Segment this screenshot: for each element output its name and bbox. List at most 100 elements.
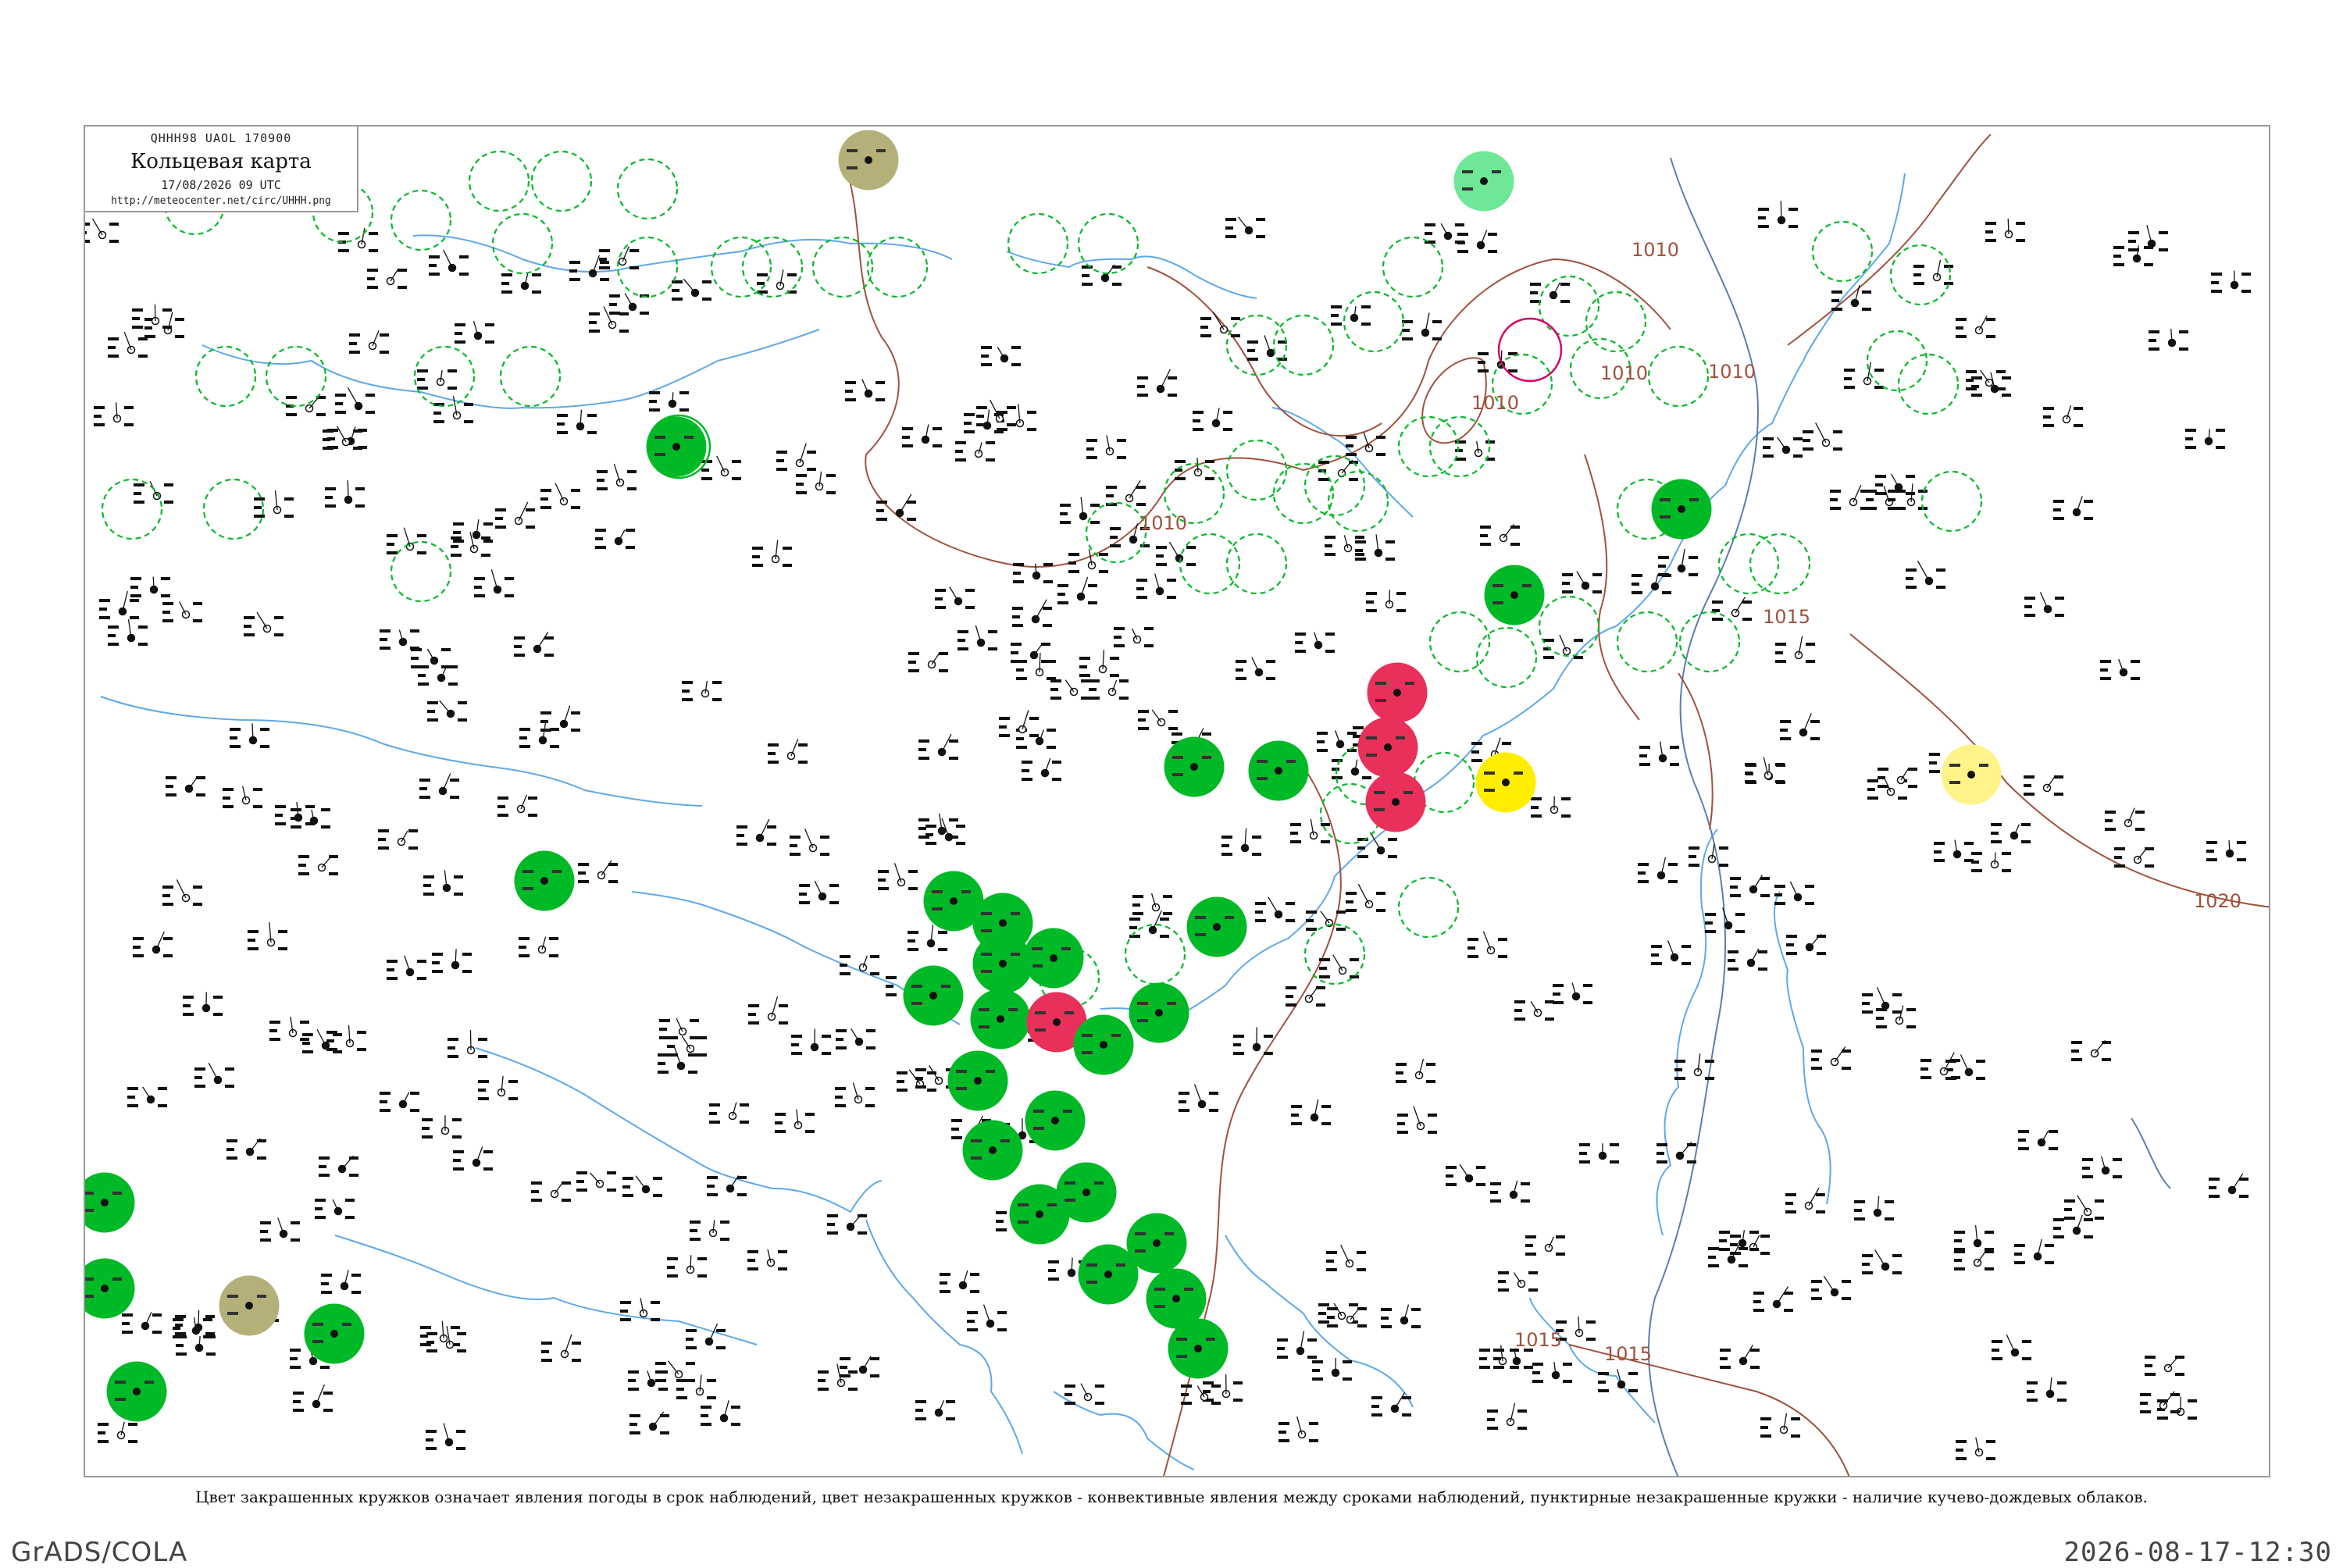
station-value-mark — [1343, 1377, 1352, 1381]
station-value-mark — [1719, 1231, 1730, 1234]
station-value-mark — [1428, 1114, 1437, 1117]
station-value-mark — [423, 884, 431, 887]
station-value-mark — [124, 406, 134, 409]
station-value-mark — [1336, 911, 1346, 914]
station-value-mark — [387, 543, 394, 546]
station-value-mark — [133, 937, 144, 940]
station-value-mark — [1065, 1181, 1075, 1185]
station-value-mark — [1888, 490, 1899, 493]
station-value-mark — [1628, 1389, 1638, 1392]
station-plot — [1331, 305, 1371, 326]
station-value-mark — [1524, 1366, 1533, 1369]
station-value-mark — [1086, 1281, 1097, 1284]
station-plot — [420, 1321, 460, 1346]
station-value-mark — [1760, 1417, 1771, 1420]
station-plot — [775, 1110, 815, 1133]
station-value-mark — [2016, 239, 2025, 242]
weather-circle — [1025, 1091, 1085, 1150]
cb-ring — [501, 347, 560, 406]
station-value-mark — [790, 836, 801, 839]
station-value-mark — [1138, 727, 1149, 730]
station-value-mark — [1487, 1418, 1495, 1421]
station-value-mark — [2149, 339, 2156, 342]
station-value-mark — [938, 931, 947, 934]
station-value-mark — [138, 643, 148, 646]
station-value-mark — [622, 1177, 633, 1180]
station-value-mark — [682, 698, 693, 701]
station-value-mark — [1866, 498, 1874, 501]
station-value-mark — [949, 757, 958, 760]
station-value-mark — [325, 504, 336, 508]
station-value-mark — [115, 1381, 126, 1384]
station-value-mark — [485, 340, 494, 344]
station-value-mark — [1331, 314, 1339, 317]
station-value-mark — [1705, 921, 1713, 925]
station-value-mark — [2071, 1049, 2079, 1053]
station-value-mark — [1099, 553, 1108, 556]
station-value-mark — [1043, 580, 1053, 583]
station-value-mark — [410, 1109, 419, 1112]
station-value-mark — [1455, 223, 1464, 226]
station-value-mark — [1954, 1231, 1965, 1234]
station-value-mark — [965, 606, 975, 609]
station-value-mark — [981, 346, 992, 349]
station-value-mark — [2102, 1041, 2111, 1044]
station-marker — [950, 897, 958, 905]
station-marker — [1194, 1345, 1202, 1352]
wind-barb — [805, 829, 813, 848]
station-value-mark — [1719, 1248, 1730, 1251]
station-value-mark — [206, 1352, 216, 1356]
station-marker — [1155, 1009, 1163, 1017]
map-url[interactable]: http://meteocenter.net/circ/UHHH.png — [85, 195, 357, 207]
station-plot — [845, 380, 885, 401]
station-value-mark — [427, 701, 438, 704]
station-plot — [1193, 408, 1232, 431]
station-value-mark — [1193, 419, 1200, 422]
station-value-mark — [876, 398, 885, 401]
station-value-mark — [448, 387, 457, 390]
station-value-mark — [658, 1370, 668, 1374]
station-plot — [1763, 437, 1803, 458]
station-value-mark — [820, 853, 829, 856]
station-value-mark — [193, 903, 202, 906]
station-value-mark — [1906, 1025, 1916, 1028]
station-value-mark — [1964, 842, 1974, 845]
station-value-mark — [835, 1087, 846, 1090]
station-value-mark — [1467, 938, 1478, 941]
station-value-mark — [1934, 859, 1945, 862]
station-value-mark — [1168, 710, 1178, 713]
station-value-mark — [1321, 823, 1330, 826]
station-value-mark — [578, 863, 589, 866]
station-value-mark — [1867, 796, 1878, 800]
station-plot — [902, 425, 942, 447]
station-value-mark — [254, 497, 265, 501]
station-marker — [989, 1146, 997, 1154]
station-value-mark — [173, 1335, 184, 1338]
station-value-mark — [1160, 935, 1169, 938]
station-value-mark — [747, 1259, 755, 1262]
weather-map: 101010101010101010101015101510201015 QHH… — [84, 125, 2270, 1477]
station-plot — [326, 1025, 366, 1051]
station-value-mark — [1586, 1338, 1596, 1341]
station-value-mark — [911, 1002, 922, 1005]
cb-ring — [1477, 628, 1536, 687]
station-value-mark — [1810, 720, 1820, 723]
station-value-mark — [1929, 761, 1937, 764]
wind-barb — [1853, 485, 1861, 502]
station-value-mark — [456, 1447, 465, 1450]
station-value-mark — [1956, 335, 1967, 338]
station-value-mark — [688, 1053, 697, 1057]
station-value-mark — [1775, 660, 1786, 663]
station-value-mark — [818, 1388, 829, 1391]
station-value-mark — [629, 1414, 640, 1417]
station-marker — [101, 1285, 109, 1292]
station-value-mark — [1357, 846, 1365, 850]
station-value-mark — [607, 1171, 616, 1174]
wind-barb — [590, 1173, 600, 1184]
station-value-mark — [686, 1362, 695, 1365]
wind-barb — [1735, 597, 1745, 613]
station-value-mark — [1007, 423, 1016, 426]
station-value-mark — [796, 474, 807, 477]
station-plot — [748, 996, 788, 1025]
station-value-mark — [380, 333, 389, 337]
